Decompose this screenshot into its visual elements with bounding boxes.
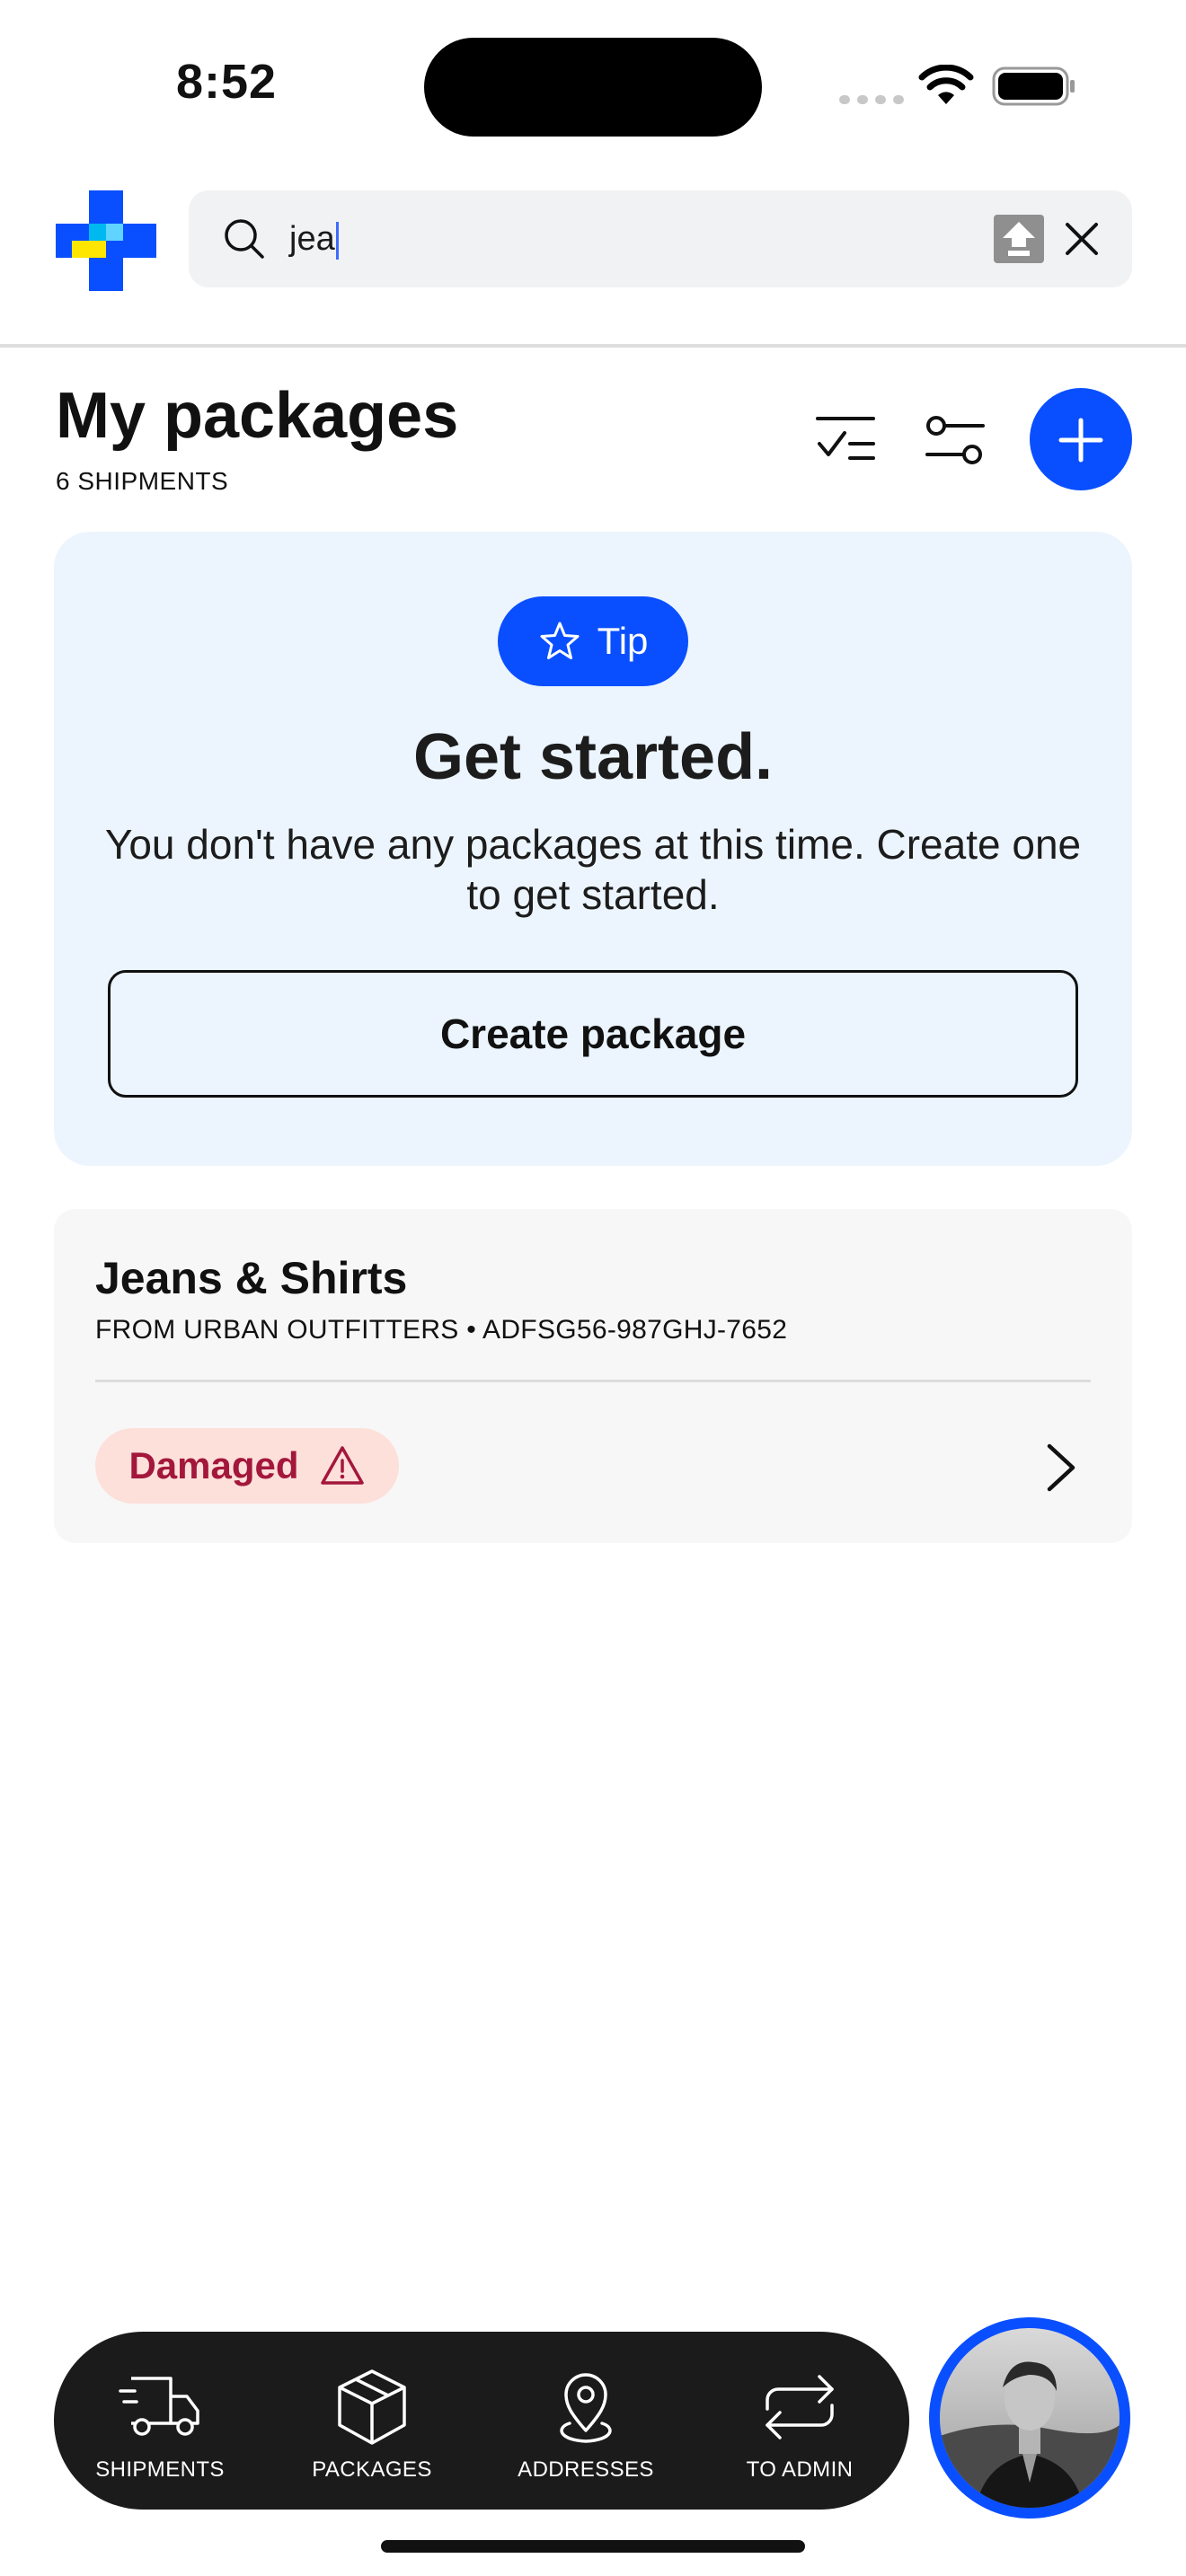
keyboard-upload-icon[interactable]: [994, 215, 1044, 263]
truck-icon: [119, 2377, 199, 2436]
search-value: jea: [289, 220, 335, 258]
nav-label-addresses: ADDRESSES: [518, 2457, 654, 2482]
tip-body: You don't have any packages at this time…: [104, 821, 1082, 918]
avatar-photo: [940, 2328, 1120, 2508]
package-card[interactable]: Jeans & Shirts FROM URBAN OUTFITTERS • A…: [54, 1209, 1132, 1543]
status-time: 8:52: [175, 55, 278, 109]
map-pin-icon: [560, 2373, 612, 2443]
tip-card: Tip Get started. You don't have any pack…: [54, 532, 1132, 1166]
text-cursor: [335, 221, 339, 260]
nav-label-shipments: SHIPMENTS: [95, 2457, 225, 2482]
status-label: Damaged: [128, 1444, 299, 1486]
warning-icon: [320, 1446, 364, 1485]
page-title: My packages: [56, 380, 459, 452]
create-package-button[interactable]: Create package: [108, 970, 1078, 1098]
dynamic-island: [424, 38, 762, 137]
box-icon: [338, 2369, 406, 2445]
bottom-nav: SHIPMENTS PACKAGES ADDRESSES TO ADMIN: [54, 2332, 909, 2510]
nav-label-to-admin: TO ADMIN: [746, 2457, 854, 2482]
clear-search-icon[interactable]: [1062, 219, 1102, 259]
add-package-button[interactable]: [1030, 388, 1132, 490]
nav-label-packages: PACKAGES: [312, 2457, 432, 2482]
wifi-icon: [918, 65, 974, 104]
tip-badge: Tip: [498, 596, 688, 686]
package-name: Jeans & Shirts: [95, 1253, 408, 1303]
search-icon: [225, 219, 264, 259]
chevron-right-icon[interactable]: [1042, 1442, 1080, 1493]
cellular-signal-icon: [839, 95, 904, 104]
package-meta: FROM URBAN OUTFITTERS • ADFSG56-987GHJ-7…: [95, 1315, 788, 1345]
nav-item-shipments[interactable]: SHIPMENTS: [70, 2332, 250, 2510]
filter-icon[interactable]: [924, 410, 987, 471]
tip-title: Get started.: [412, 721, 774, 793]
shipment-count: 6 SHIPMENTS: [56, 467, 229, 495]
nav-item-packages[interactable]: PACKAGES: [282, 2332, 462, 2510]
plus-icon: [1058, 418, 1103, 462]
status-badge: Damaged: [95, 1428, 399, 1504]
nav-item-addresses[interactable]: ADDRESSES: [496, 2332, 676, 2510]
battery-icon: [992, 66, 1075, 106]
avatar[interactable]: [929, 2317, 1130, 2519]
star-icon: [540, 622, 580, 659]
nav-item-to-admin[interactable]: TO ADMIN: [710, 2332, 890, 2510]
tip-badge-label: Tip: [597, 620, 649, 662]
app-logo[interactable]: [56, 190, 156, 291]
home-indicator: [381, 2540, 805, 2553]
header-divider: [0, 344, 1186, 348]
swap-icon: [766, 2375, 834, 2439]
search-input[interactable]: jea: [189, 190, 1132, 287]
package-divider: [95, 1380, 1091, 1382]
bulk-select-icon[interactable]: [814, 413, 877, 467]
